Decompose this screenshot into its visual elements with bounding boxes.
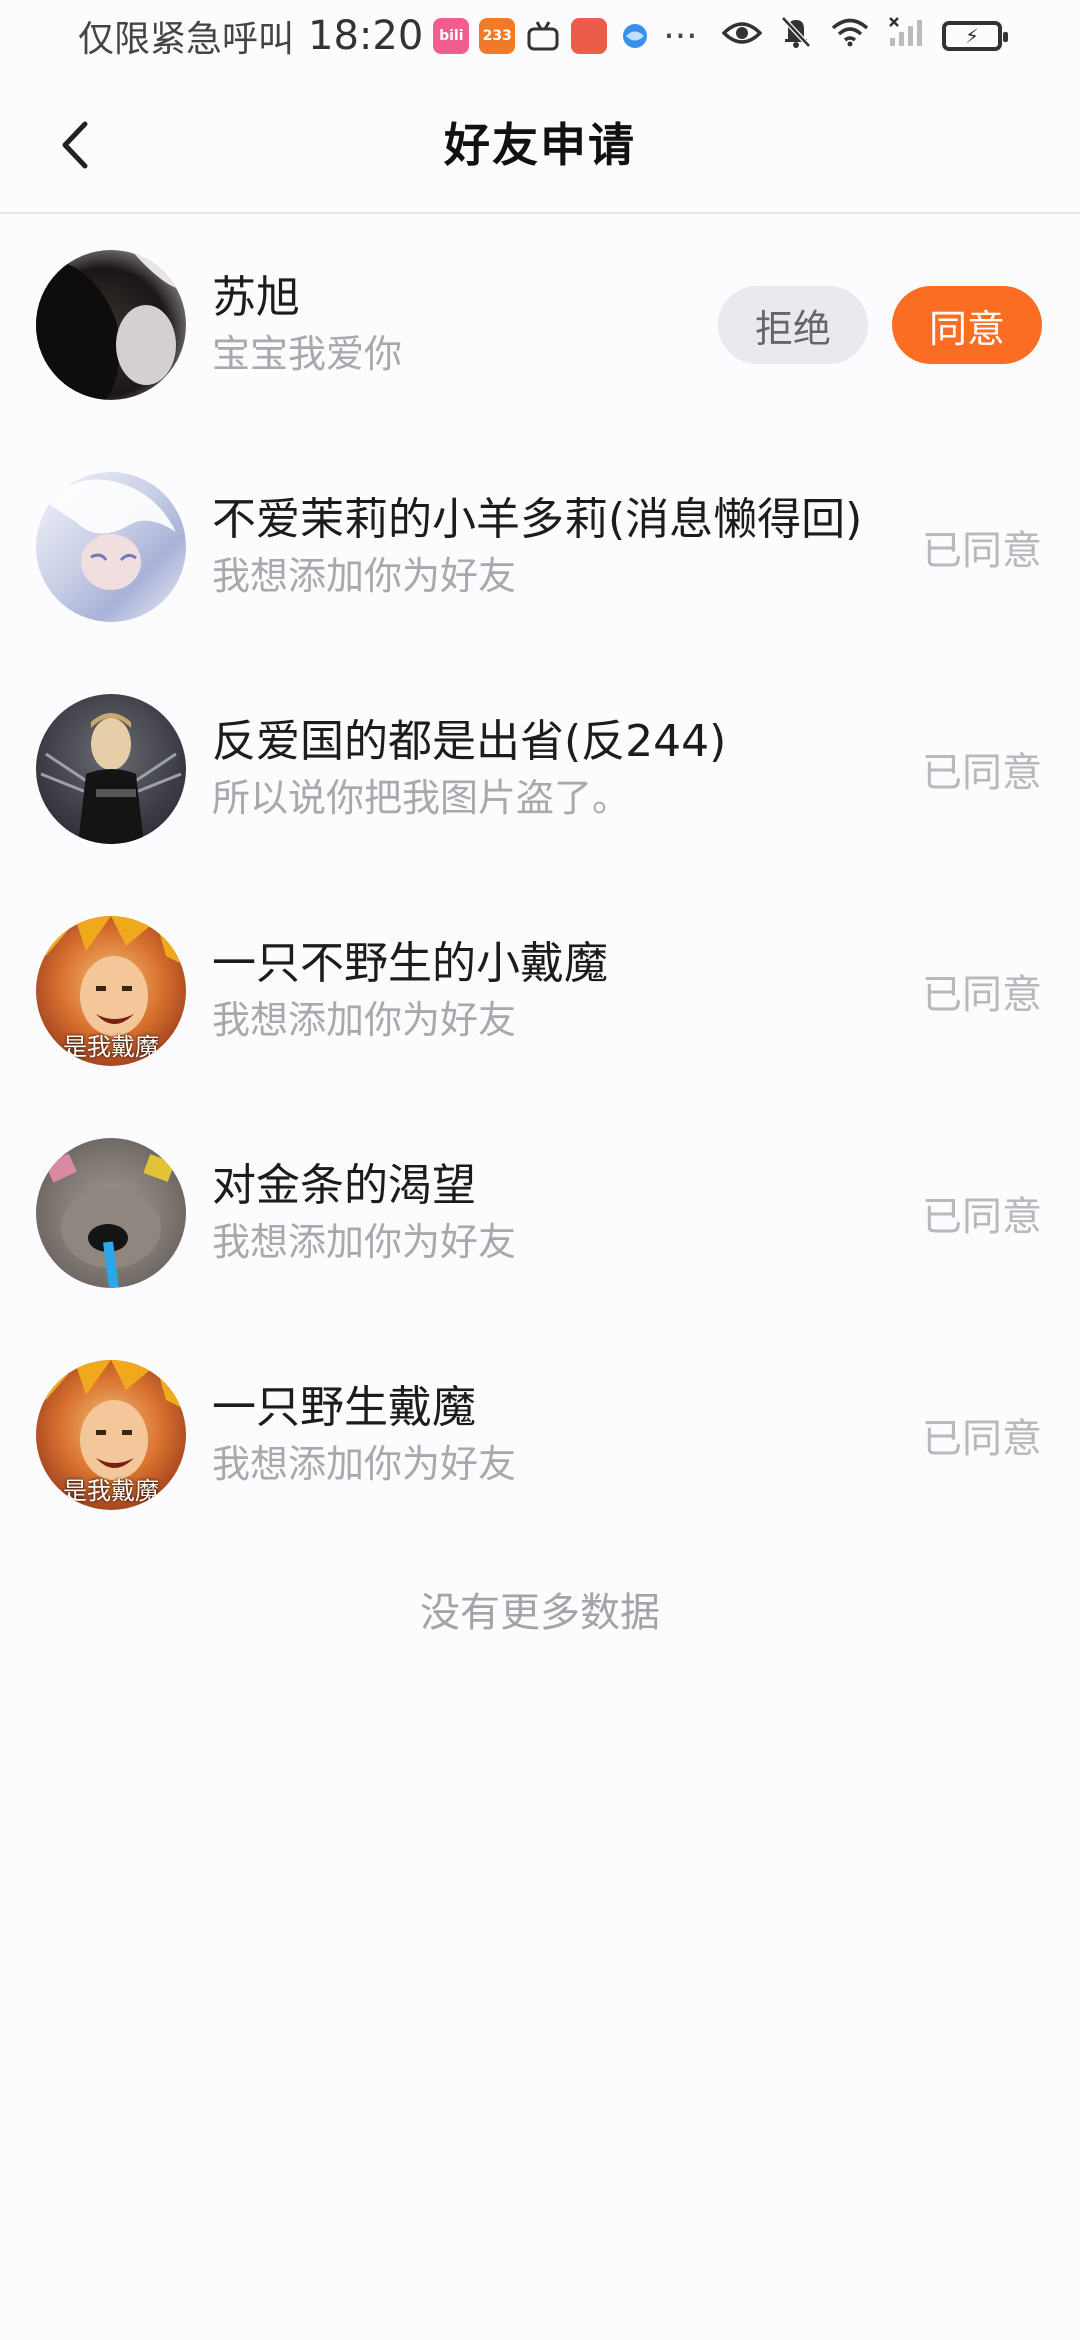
request-message: 我想添加你为好友 (212, 1442, 517, 1486)
reject-button[interactable]: 拒绝 (718, 286, 868, 364)
list-item[interactable]: 不爱茉莉的小羊多莉(消息懒得回) 我想添加你为好友 已同意 (0, 436, 1080, 658)
status-bar: 仅限紧急呼叫 18:20 bili 233 ··· ⚡ (0, 0, 1080, 72)
chevron-left-icon (62, 121, 88, 169)
eye-icon (721, 16, 763, 56)
clock: 18:20 (308, 13, 424, 59)
request-text: 对金条的渴望 我想添加你为好友 (212, 1157, 902, 1269)
list-item[interactable]: 对金条的渴望 我想添加你为好友 已同意 (0, 1102, 1080, 1324)
avatar[interactable]: 是我戴魔 (36, 916, 186, 1066)
request-name: 苏旭 (212, 272, 300, 323)
shopping-icon (571, 18, 608, 54)
page-title: 好友申请 (444, 118, 636, 172)
request-name: 一只野生戴魔 (212, 1382, 476, 1433)
mute-icon (780, 15, 812, 58)
request-name: 反爱国的都是出省(反244) (212, 716, 727, 767)
list-item[interactable]: 是我戴魔 一只野生戴魔 我想添加你为好友 已同意 (0, 1324, 1080, 1546)
bilibili-icon: bili (433, 18, 470, 54)
request-message: 我想添加你为好友 (212, 998, 517, 1042)
friend-requests-screen: 仅限紧急呼叫 18:20 bili 233 ··· ⚡ 好友申请 苏旭 宝宝我爱… (0, 0, 1080, 2340)
request-message: 我想添加你为好友 (212, 554, 517, 598)
back-button[interactable] (40, 110, 110, 180)
avatar[interactable]: 是我戴魔 (36, 1360, 186, 1510)
avatar-caption: 是我戴魔 (63, 1033, 159, 1061)
carrier-text: 仅限紧急呼叫 (78, 19, 295, 60)
status-badge: 已同意 (922, 1194, 1042, 1240)
status-right: ⚡ (721, 15, 1008, 58)
avatar[interactable] (36, 694, 186, 844)
request-text: 反爱国的都是出省(反244) 所以说你把我图片盗了。 (212, 713, 902, 825)
battery-icon: ⚡ (942, 21, 1008, 51)
top-bar: 好友申请 (0, 72, 1080, 214)
status-badge: 已同意 (922, 1416, 1042, 1462)
browser-icon (617, 18, 653, 54)
status-badge: 已同意 (922, 528, 1042, 574)
request-text: 一只野生戴魔 我想添加你为好友 (212, 1379, 902, 1491)
accept-button[interactable]: 同意 (892, 286, 1042, 364)
list-item[interactable]: 反爱国的都是出省(反244) 所以说你把我图片盗了。 已同意 (0, 658, 1080, 880)
request-text: 苏旭 宝宝我爱你 (212, 269, 718, 381)
signal-icon (888, 16, 924, 57)
status-left: 仅限紧急呼叫 18:20 bili 233 ··· (78, 10, 698, 62)
request-actions: 拒绝 同意 (718, 286, 1042, 364)
request-text: 一只不野生的小戴魔 我想添加你为好友 (212, 935, 902, 1047)
request-name: 不爱茉莉的小羊多莉(消息懒得回) (212, 494, 863, 545)
list-item[interactable]: 是我戴魔 一只不野生的小戴魔 我想添加你为好友 已同意 (0, 880, 1080, 1102)
status-badge: 已同意 (922, 750, 1042, 796)
avatar[interactable] (36, 250, 186, 400)
request-message: 宝宝我爱你 (212, 332, 403, 376)
request-message: 所以说你把我图片盗了。 (212, 776, 631, 820)
wifi-icon (830, 16, 870, 56)
friend-request-list: 苏旭 宝宝我爱你 拒绝 同意 不爱茉莉的小羊多莉(消息懒得回) 我想添加你为好友… (0, 214, 1080, 1546)
app-233-icon: 233 (479, 18, 516, 54)
more-notifications-icon: ··· (663, 15, 698, 57)
request-name: 一只不野生的小戴魔 (212, 938, 608, 989)
request-message: 我想添加你为好友 (212, 1220, 517, 1264)
avatar[interactable] (36, 1138, 186, 1288)
tv-icon (525, 18, 561, 54)
avatar-caption: 是我戴魔 (63, 1477, 159, 1505)
end-of-list-text: 没有更多数据 (420, 1590, 660, 1636)
request-name: 对金条的渴望 (212, 1160, 476, 1211)
request-text: 不爱茉莉的小羊多莉(消息懒得回) 我想添加你为好友 (212, 491, 902, 603)
avatar[interactable] (36, 472, 186, 622)
list-item[interactable]: 苏旭 宝宝我爱你 拒绝 同意 (0, 214, 1080, 436)
status-badge: 已同意 (922, 972, 1042, 1018)
